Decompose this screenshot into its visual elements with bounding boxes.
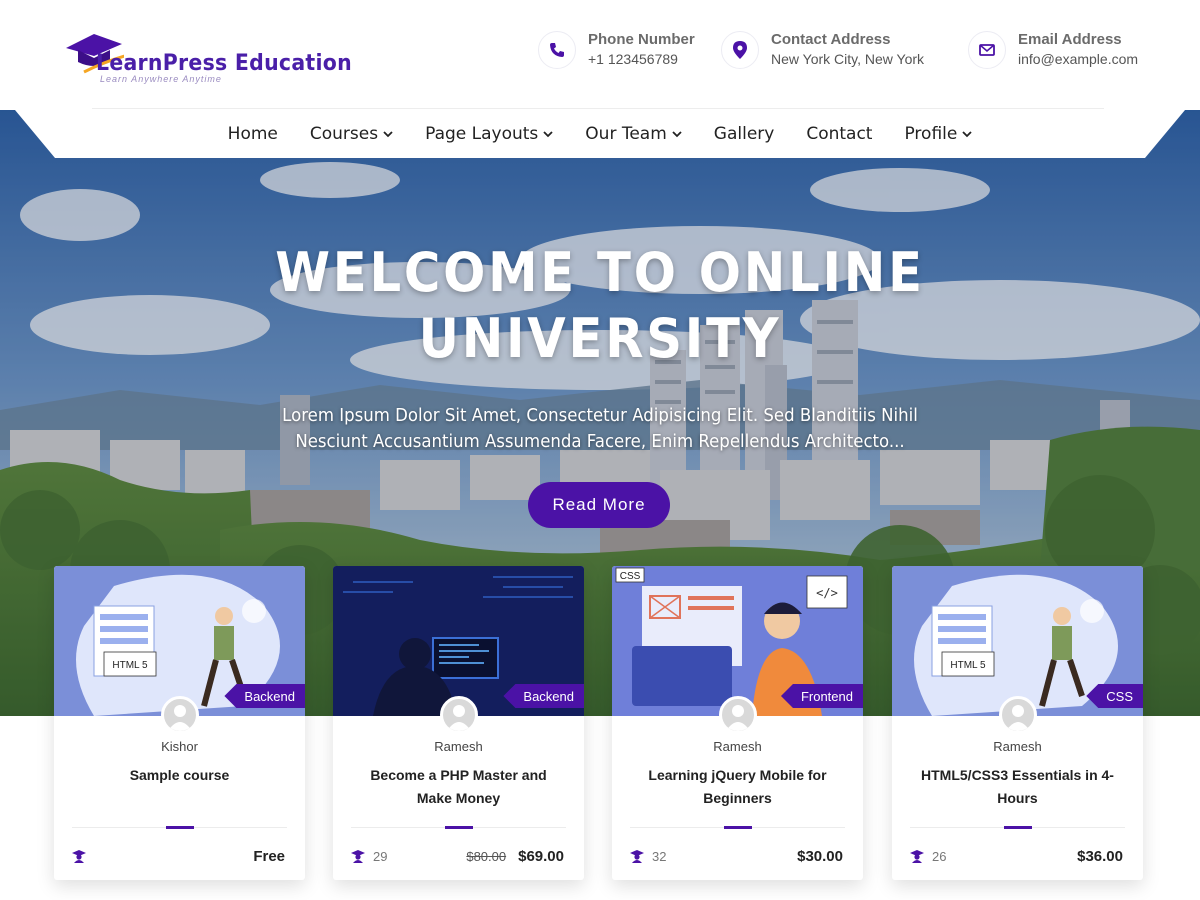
- nav-item-label: Page Layouts: [425, 124, 539, 144]
- phone-icon: [538, 31, 576, 69]
- course-image[interactable]: HTML 5 Backend: [54, 566, 305, 716]
- contact-email: Email Address info@example.com: [968, 31, 1168, 71]
- avatar[interactable]: [440, 696, 478, 734]
- nav-item-our-team[interactable]: Our Team: [569, 120, 697, 148]
- nav-item-courses[interactable]: Courses: [294, 120, 409, 148]
- course-price: Free: [241, 848, 285, 865]
- course-category-badge[interactable]: CSS: [1086, 684, 1143, 708]
- contact-address-value: New York City, New York: [771, 51, 925, 67]
- course-card[interactable]: HTML 5 Backend Kishor Sample course Free: [54, 566, 305, 880]
- course-current-price: Free: [253, 848, 285, 865]
- course-students: 26: [910, 848, 946, 864]
- course-card[interactable]: CSS </> Frontend Ramesh Learning jQuery …: [612, 566, 863, 880]
- students-count: 29: [373, 848, 388, 864]
- course-old-price: $80.00: [466, 849, 507, 864]
- course-author[interactable]: Ramesh: [333, 739, 584, 754]
- course-image[interactable]: CSS </> Frontend: [612, 566, 863, 716]
- card-divider-accent: [445, 826, 473, 829]
- card-divider-accent: [724, 826, 752, 829]
- course-price: $36.00: [1065, 848, 1123, 865]
- chevron-down-icon: [962, 130, 972, 137]
- nav-item-label: Profile: [904, 124, 958, 144]
- course-current-price: $30.00: [797, 848, 843, 865]
- nav-item-profile[interactable]: Profile: [888, 120, 988, 148]
- avatar[interactable]: [719, 696, 757, 734]
- nav-item-label: Contact: [806, 124, 873, 144]
- nav-item-page-layouts[interactable]: Page Layouts: [409, 120, 569, 148]
- contact-email-label: Email Address: [1018, 31, 1122, 48]
- nav-item-label: Our Team: [585, 124, 667, 144]
- course-category-badge[interactable]: Frontend: [780, 684, 863, 708]
- logo-tagline: Learn Anywhere Anytime: [100, 74, 222, 84]
- contact-phone: Phone Number +1 123456789: [538, 31, 708, 71]
- chevron-down-icon: [383, 130, 393, 137]
- course-category-badge[interactable]: Backend: [503, 684, 584, 708]
- course-students: 32: [630, 848, 666, 864]
- course-price: $30.00: [785, 848, 843, 865]
- course-author[interactable]: Kishor: [54, 739, 305, 754]
- logo-title: LearnPress Education: [96, 51, 352, 76]
- nav-item-label: Gallery: [713, 124, 775, 144]
- course-card[interactable]: HTML 5 CSS Ramesh HTML5/CSS3 Essentials …: [892, 566, 1143, 880]
- nav-item-contact[interactable]: Contact: [790, 120, 888, 148]
- envelope-icon: [968, 31, 1006, 69]
- avatar[interactable]: [161, 696, 199, 734]
- student-icon: [910, 849, 924, 863]
- hero-subtitle: Lorem Ipsum Dolor Sit Amet, Consectetur …: [282, 405, 918, 452]
- course-title[interactable]: HTML5/CSS3 Essentials in 4-Hours: [910, 764, 1125, 810]
- course-title[interactable]: Learning jQuery Mobile for Beginners: [630, 764, 845, 810]
- contact-phone-label: Phone Number: [588, 31, 695, 48]
- illustration-html5-label: HTML 5: [950, 660, 986, 671]
- header-divider: [92, 108, 1104, 109]
- contact-address: Contact Address New York City, New York: [721, 31, 951, 71]
- card-divider-accent: [1004, 826, 1032, 829]
- course-category-badge[interactable]: Backend: [224, 684, 305, 708]
- course-current-price: $36.00: [1077, 848, 1123, 865]
- avatar[interactable]: [999, 696, 1037, 734]
- course-title[interactable]: Become a PHP Master and Make Money: [351, 764, 566, 810]
- course-author[interactable]: Ramesh: [612, 739, 863, 754]
- course-image[interactable]: HTML 5 CSS: [892, 566, 1143, 716]
- map-pin-icon: [721, 31, 759, 69]
- nav-item-gallery[interactable]: Gallery: [698, 120, 791, 148]
- chevron-down-icon: [672, 130, 682, 137]
- contact-address-label: Contact Address: [771, 31, 891, 48]
- student-icon: [630, 849, 644, 863]
- hero-title: WELCOME TO ONLINE UNIVERSITY: [275, 241, 925, 370]
- student-icon: [72, 849, 86, 863]
- contact-phone-value[interactable]: +1 123456789: [588, 51, 678, 67]
- site-header: LearnPress Education Learn Anywhere Anyt…: [0, 0, 1200, 110]
- contact-email-value[interactable]: info@example.com: [1018, 51, 1138, 67]
- main-nav: Home Courses Page Layouts Our Team Galle…: [0, 120, 1200, 148]
- course-price: $80.00 $69.00: [466, 848, 564, 865]
- svg-text:</>: </>: [816, 586, 838, 600]
- students-count: 26: [932, 848, 947, 864]
- course-card[interactable]: Backend Ramesh Become a PHP Master and M…: [333, 566, 584, 880]
- read-more-button[interactable]: Read More: [528, 482, 670, 528]
- students-count: 32: [652, 848, 667, 864]
- illustration-css-label: CSS: [620, 571, 641, 582]
- course-image[interactable]: Backend: [333, 566, 584, 716]
- nav-item-home[interactable]: Home: [212, 120, 294, 148]
- card-divider-accent: [166, 826, 194, 829]
- nav-item-label: Courses: [309, 124, 379, 144]
- chevron-down-icon: [543, 130, 553, 137]
- course-current-price: $69.00: [518, 848, 564, 865]
- student-icon: [351, 849, 365, 863]
- course-author[interactable]: Ramesh: [892, 739, 1143, 754]
- illustration-html5-label: HTML 5: [112, 660, 148, 671]
- course-title[interactable]: Sample course: [72, 764, 287, 787]
- nav-item-label: Home: [227, 124, 278, 144]
- site-logo[interactable]: LearnPress Education Learn Anywhere Anyt…: [64, 22, 352, 86]
- course-students: 29: [351, 848, 387, 864]
- course-students: [72, 848, 94, 864]
